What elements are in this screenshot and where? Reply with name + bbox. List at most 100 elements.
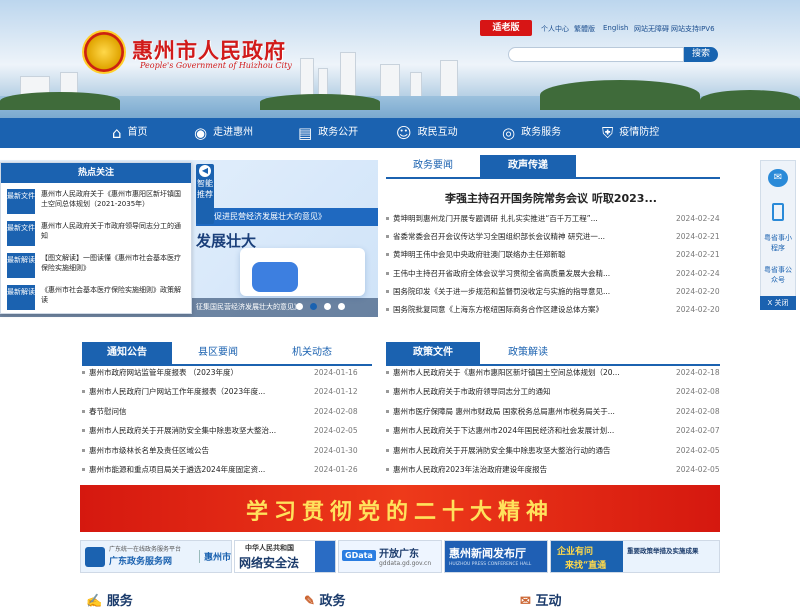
english-link[interactable]: English: [603, 24, 628, 32]
hot-item[interactable]: 《惠州市社会基本医疗保险实施细则》政策解读: [41, 285, 187, 307]
tab-county-news[interactable]: 县区要闻: [172, 342, 264, 364]
official-account-label[interactable]: 粤省事公众号: [761, 265, 795, 285]
party-banner[interactable]: 学习贯彻党的二十大精神: [80, 485, 720, 532]
list-item[interactable]: 惠州市人民政府门户网站工作年度报表（2023年度... 2024-01-12: [82, 386, 358, 397]
hot-tag: 最新解读: [7, 253, 35, 278]
hot-item[interactable]: 惠州市人民政府关于《惠州市惠阳区新圩镇国土空间总体规划（2021-2035年）: [41, 189, 187, 211]
hot-item[interactable]: 【图文解读】一图读懂《惠州市社会基本医疗保险实施细则》: [41, 253, 187, 275]
tile-title: 惠州新闻发布厅: [449, 547, 526, 560]
list-item-title[interactable]: 惠州市医疗保障局 惠州市财政局 国家税务总局惠州市税务局关于...: [393, 406, 615, 417]
news-headline[interactable]: 李强主持召开国务院常务会议 听取2023...: [386, 190, 716, 206]
list-item[interactable]: 惠州市人民政府关于开展消防安全集中除患攻坚大整治... 2024-02-05: [82, 425, 358, 436]
list-item[interactable]: 惠州市人民政府关于《惠州市惠阳区新圩镇国土空间总体规划（20... 2024-02…: [386, 367, 720, 378]
list-item-title[interactable]: 国务院印发《关于进一步规范和监督罚没收定与实施的指导意见...: [393, 286, 610, 297]
tab-policy-interpretation[interactable]: 政策解读: [480, 342, 576, 364]
nav-gov-disclosure[interactable]: ▤ 政务公开: [298, 118, 358, 148]
list-item-title[interactable]: 惠州市人民政府2023年法治政府建设年度报告: [393, 464, 547, 475]
tile-subtitle: 来找“直通: [565, 561, 607, 571]
bullet-icon: [386, 371, 389, 374]
tab-underline: [386, 177, 720, 179]
collapse-arrow-icon[interactable]: ◀: [199, 165, 211, 177]
tile-cyber-law[interactable]: 中华人民共和国 网络安全法: [234, 540, 336, 573]
list-item[interactable]: 王伟中主持召开省政府全体会议学习贯彻全省高质量发展大会精... 2024-02-2…: [386, 268, 720, 279]
list-item-title[interactable]: 惠州市人民政府关于市政府领导同志分工的通知: [393, 386, 551, 397]
site-subtitle: People's Government of Huizhou City: [140, 61, 292, 70]
nav-about-huizhou[interactable]: ◉ 走进惠州: [194, 118, 253, 148]
elder-mode-button[interactable]: 适老版: [480, 20, 532, 36]
list-item[interactable]: 省委常委会召开会议传达学习全国组织部长会议精神 研究进一... 2024-02-2…: [386, 231, 720, 242]
list-item[interactable]: 惠州市市级林长名单及责任区域公告 2024-01-30: [82, 445, 358, 456]
accessibility-link[interactable]: 网站无障碍: [634, 24, 669, 34]
list-item[interactable]: 惠州市政府网站监管年度报表 （2023年度） 2024-01-16: [82, 367, 358, 378]
hot-item[interactable]: 惠州市人民政府关于市政府领导同志分工的通知: [41, 221, 187, 243]
tab-policy-files[interactable]: 政策文件: [386, 342, 480, 364]
gov-icon: ✎: [304, 594, 315, 609]
list-item-date: 2024-02-18: [676, 368, 720, 377]
tab-gov-news[interactable]: 政务要闻: [386, 155, 480, 177]
wechat-icon[interactable]: ✉: [768, 169, 788, 187]
nav-epidemic[interactable]: ⛨ 疫情防控: [602, 118, 659, 148]
bullet-icon: [82, 468, 85, 471]
list-item-title[interactable]: 黄坤明到惠州龙门开展专题调研 扎扎实实推进“百千万工程”...: [393, 213, 598, 224]
tile-title: 开放广东: [379, 549, 419, 560]
list-item-title[interactable]: 惠州市政府网站监管年度报表 （2023年度）: [89, 367, 238, 378]
tab-notices[interactable]: 通知公告: [82, 342, 172, 364]
list-item-title[interactable]: 惠州市能源和重点项目局关于遴选2024年度固定资...: [89, 464, 265, 475]
nav-interaction[interactable]: ☺ 政民互动: [396, 118, 458, 148]
person-illustration: [315, 541, 335, 572]
list-item-title[interactable]: 国务院批复同意《上海东方枢纽国际商务合作区建设总体方案》: [393, 304, 603, 315]
bullet-icon: [82, 409, 85, 413]
globe-icon: ◎: [502, 124, 516, 142]
bullet-icon: [82, 429, 85, 433]
list-item-title[interactable]: 惠州市市级林长名单及责任区域公告: [89, 445, 209, 456]
tile-press-hall[interactable]: 惠州新闻发布厅 HUIZHOU PRESS CONFERENCE HALL: [444, 540, 548, 573]
close-side-button[interactable]: X 关闭: [760, 296, 796, 310]
carousel-dot[interactable]: [324, 303, 331, 310]
list-item[interactable]: 国务院批复同意《上海东方枢纽国际商务合作区建设总体方案》 2024-02-20: [386, 304, 720, 315]
list-item-date: 2024-01-16: [314, 368, 358, 377]
tile-enterprise[interactable]: 企业有问 来找“直通 重要政策举措及实施成果: [550, 540, 720, 573]
list-item-date: 2024-02-21: [676, 232, 720, 242]
carousel-dot-active[interactable]: [310, 303, 317, 310]
hot-topics-panel: 热点关注 最新文件 惠州市人民政府关于《惠州市惠阳区新圩镇国土空间总体规划（20…: [0, 162, 192, 314]
ipv6-link: 网站支持IPV6: [671, 25, 715, 33]
personal-center-link[interactable]: 个人中心: [541, 24, 569, 34]
list-item[interactable]: 惠州市人民政府关于市政府领导同志分工的通知 2024-02-08: [386, 386, 720, 397]
phone-icon[interactable]: [772, 203, 784, 221]
tile-open-gd[interactable]: GData 开放广东 gddata.gd.gov.cn: [338, 540, 442, 573]
list-item-title[interactable]: 惠州市人民政府关于下达惠州市2024年国民经济和社会发展计划...: [393, 425, 614, 436]
list-item-title[interactable]: 王伟中主持召开省政府全体会议学习贯彻全省高质量发展大会精...: [393, 268, 610, 279]
list-item-title[interactable]: 春节慰问信: [89, 406, 127, 417]
tab-agency-news[interactable]: 机关动态: [264, 342, 360, 364]
list-item[interactable]: 惠州市人民政府关于下达惠州市2024年国民经济和社会发展计划... 2024-02…: [386, 425, 720, 436]
search-button[interactable]: 搜索: [684, 47, 718, 62]
list-item[interactable]: 国务院印发《关于进一步规范和监督罚没收定与实施的指导意见... 2024-02-2…: [386, 286, 720, 297]
carousel-dot[interactable]: [296, 303, 303, 310]
carousel-dot[interactable]: [338, 303, 345, 310]
list-item[interactable]: 惠州市人民政府2023年法治政府建设年度报告 2024-02-05: [386, 464, 720, 475]
list-item[interactable]: 惠州市人民政府关于开展消防安全集中除患攻坚大整治行动的通告 2024-02-05: [386, 445, 720, 456]
list-item-title[interactable]: 惠州市人民政府关于开展消防安全集中除患攻坚大整治行动的通告: [393, 445, 611, 456]
nav-gov-services[interactable]: ◎ 政务服务: [502, 118, 561, 148]
list-item-title[interactable]: 黄坤明王伟中会见中央政府驻澳门联络办主任郑新聪: [393, 249, 566, 260]
list-item[interactable]: 黄坤明王伟中会见中央政府驻澳门联络办主任郑新聪 2024-02-21: [386, 249, 720, 260]
list-item[interactable]: 黄坤明到惠州龙门开展专题调研 扎扎实实推进“百千万工程”... 2024-02-2…: [386, 213, 720, 224]
bullet-icon: [386, 448, 389, 452]
search-input[interactable]: [508, 47, 684, 62]
mini-program-label[interactable]: 粤省事小程序: [761, 233, 795, 253]
traditional-chinese-link[interactable]: 繁體版: [574, 24, 595, 34]
list-item-title[interactable]: 惠州市人民政府门户网站工作年度报表（2023年度...: [89, 386, 265, 397]
list-item[interactable]: 惠州市能源和重点项目局关于遴选2024年度固定资... 2024-01-26: [82, 464, 358, 475]
nav-home[interactable]: ⌂ 首页: [112, 118, 148, 148]
bullet-icon: [386, 390, 389, 394]
list-item-title[interactable]: 省委常委会召开会议传达学习全国组织部长会议精神 研究进一...: [393, 231, 605, 242]
list-item[interactable]: 春节慰问信 2024-02-08: [82, 406, 358, 417]
tab-policy-voice[interactable]: 政声传递: [480, 155, 576, 177]
list-item-title[interactable]: 惠州市人民政府关于《惠州市惠阳区新圩镇国土空间总体规划（20...: [393, 367, 620, 378]
list-item-date: 2024-01-26: [314, 465, 358, 474]
tile-gd-service[interactable]: 广东统一在线政务服务平台 广东政务服务网 惠州市: [80, 540, 232, 573]
list-item-date: 2024-02-08: [314, 406, 358, 416]
list-item-title[interactable]: 惠州市人民政府关于开展消防安全集中除患攻坚大整治...: [89, 425, 276, 436]
bullet-icon: [386, 409, 389, 413]
list-item[interactable]: 惠州市医疗保障局 惠州市财政局 国家税务总局惠州市税务局关于... 2024-02…: [386, 406, 720, 417]
